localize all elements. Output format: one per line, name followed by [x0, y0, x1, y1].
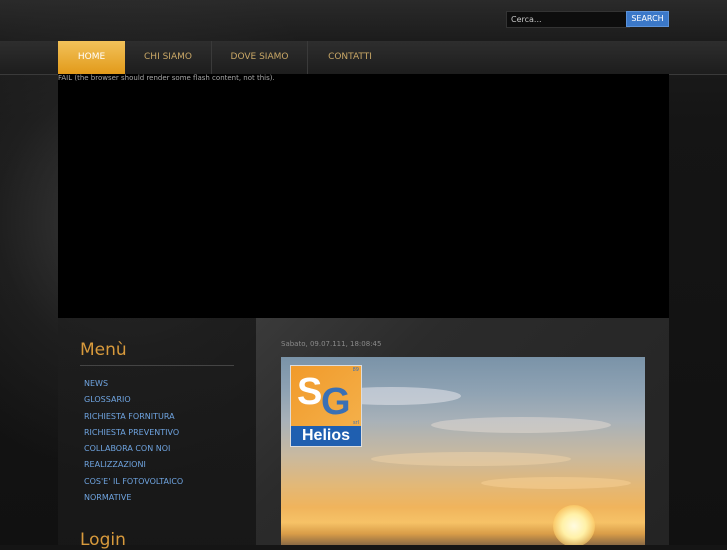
nav-item-contatti[interactable]: CONTATTI [308, 41, 392, 74]
sidebar-item-realizzazioni[interactable]: REALIZZAZIONI [84, 457, 183, 473]
date-time: Sabato, 09.07.111, 18:08:45 [281, 340, 382, 348]
search-input[interactable] [506, 11, 630, 28]
cloud-shape [481, 477, 631, 489]
sidebar-item-richiesta-fornitura[interactable]: RICHIESTA FORNITURA [84, 409, 183, 425]
search-button[interactable]: SEARCH [626, 11, 669, 27]
sidebar-menu: NEWS GLOSSARIO RICHIESTA FORNITURA RICHI… [84, 376, 183, 506]
menu-divider [80, 365, 234, 366]
sidebar-item-glossario[interactable]: GLOSSARIO [84, 392, 183, 408]
logo-brand-text: Helios [291, 426, 361, 446]
sun-shape [553, 505, 595, 545]
nav-item-home[interactable]: HOME [58, 41, 125, 74]
sidebar-item-richiesta-preventivo[interactable]: RICHIESTA PREVENTIVO [84, 425, 183, 441]
nav-item-chi-siamo[interactable]: CHI SIAMO [125, 41, 212, 74]
sunset-photo: S G 89 srl Helios [281, 357, 645, 545]
flash-fallback-message: FAIL (the browser should render some fla… [58, 74, 275, 82]
logo-tag-top: 89 [352, 367, 359, 373]
logo-letter-s: S [297, 371, 323, 413]
logo-emblem: S G 89 srl [291, 366, 361, 426]
helios-logo: S G 89 srl Helios [290, 365, 362, 447]
sidebar-item-news[interactable]: NEWS [84, 376, 183, 392]
nav-item-dove-siamo[interactable]: DOVE SIAMO [212, 41, 308, 74]
sidebar: Menù NEWS GLOSSARIO RICHIESTA FORNITURA … [58, 318, 256, 550]
sidebar-item-normative[interactable]: NORMATIVE [84, 490, 183, 506]
cloud-shape [371, 452, 571, 466]
main-nav: HOME CHI SIAMO DOVE SIAMO CONTATTI [58, 41, 392, 74]
flash-content-area: FAIL (the browser should render some fla… [58, 74, 669, 318]
main-content: Sabato, 09.07.111, 18:08:45 S G 89 srl H… [256, 318, 669, 545]
sidebar-item-collabora-con-noi[interactable]: COLLABORA CON NOI [84, 441, 183, 457]
menu-title: Menù [80, 340, 127, 360]
logo-letter-g: G [321, 381, 351, 423]
cloud-shape [431, 417, 611, 433]
sidebar-item-fotovoltaico[interactable]: COS'E' IL FOTOVOLTAICO [84, 474, 183, 490]
login-title: Login [80, 530, 126, 550]
